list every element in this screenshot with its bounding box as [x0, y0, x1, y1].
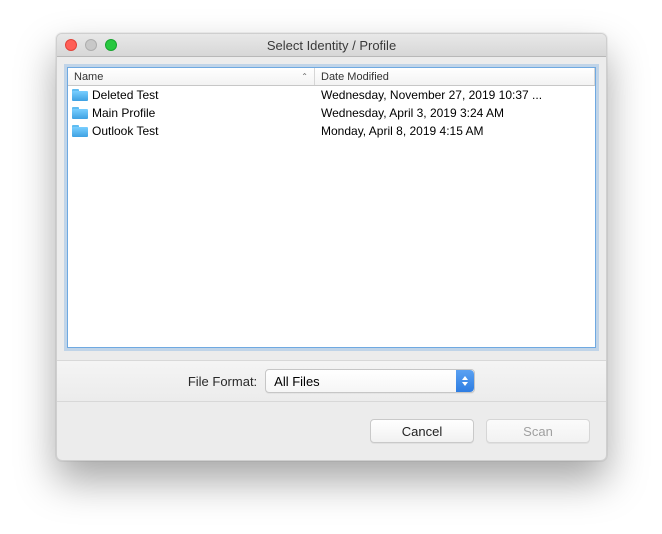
column-header-name[interactable]: Name ⌃: [68, 68, 315, 85]
file-format-value: All Files: [274, 374, 320, 389]
file-rows: Deleted Test Wednesday, November 27, 201…: [68, 86, 595, 347]
file-date: Monday, April 8, 2019 4:15 AM: [315, 124, 591, 138]
sort-ascending-icon: ⌃: [301, 72, 308, 81]
file-format-label: File Format:: [188, 374, 257, 389]
window-close-button[interactable]: [65, 39, 77, 51]
file-name: Outlook Test: [92, 124, 158, 138]
window-minimize-button: [85, 39, 97, 51]
scan-button: Scan: [486, 419, 590, 443]
column-header-date[interactable]: Date Modified: [315, 68, 595, 85]
dropdown-arrows-icon: [456, 370, 474, 392]
file-date: Wednesday, April 3, 2019 3:24 AM: [315, 106, 591, 120]
folder-icon: [72, 124, 88, 138]
file-date: Wednesday, November 27, 2019 10:37 ...: [315, 88, 591, 102]
folder-icon: [72, 106, 88, 120]
window-controls: [57, 39, 117, 51]
window-zoom-button[interactable]: [105, 39, 117, 51]
cancel-button[interactable]: Cancel: [370, 419, 474, 443]
file-row[interactable]: Outlook Test Monday, April 8, 2019 4:15 …: [68, 122, 595, 140]
window-title: Select Identity / Profile: [57, 38, 606, 53]
folder-icon: [72, 88, 88, 102]
scan-button-label: Scan: [523, 424, 553, 439]
file-format-dropdown[interactable]: All Files: [265, 369, 475, 393]
file-name: Main Profile: [92, 106, 155, 120]
titlebar: Select Identity / Profile: [57, 34, 606, 57]
column-header-date-label: Date Modified: [321, 71, 389, 83]
file-format-bar: File Format: All Files: [57, 360, 606, 402]
dialog-buttons: Cancel Scan: [57, 402, 606, 460]
file-row[interactable]: Deleted Test Wednesday, November 27, 201…: [68, 86, 595, 104]
cancel-button-label: Cancel: [402, 424, 442, 439]
file-name: Deleted Test: [92, 88, 159, 102]
file-list-frame: Name ⌃ Date Modified Deleted Test Wednes…: [67, 67, 596, 348]
file-row[interactable]: Main Profile Wednesday, April 3, 2019 3:…: [68, 104, 595, 122]
dialog-window: Select Identity / Profile Name ⌃ Date Mo…: [56, 33, 607, 461]
column-headers: Name ⌃ Date Modified: [68, 68, 595, 86]
column-header-name-label: Name: [74, 71, 103, 83]
